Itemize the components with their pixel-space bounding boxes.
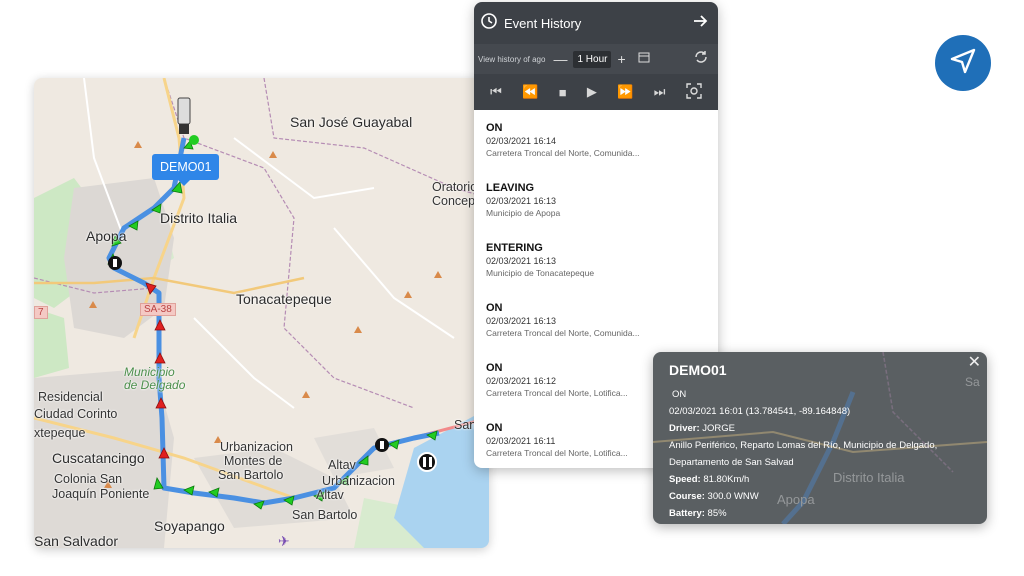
view-history-label: View history of ago: [478, 54, 546, 64]
event-address: Carretera Troncal del Norte, Comunida...: [486, 148, 640, 158]
map-label: Altav: [316, 488, 344, 502]
popup-datetime: 02/03/2021 16:01 (13.784541, -89.164848): [669, 406, 851, 417]
map-label: San José Guayabal: [290, 114, 413, 130]
svg-text:✈: ✈: [278, 533, 290, 548]
rewind-icon[interactable]: ⏪: [522, 84, 538, 100]
event-item[interactable]: LEAVING 02/03/2021 16:13 Municipio de Ap…: [474, 174, 718, 234]
route-badge: SA-38: [140, 303, 176, 316]
panel-title: Event History: [504, 15, 582, 31]
map-label: Urbanizacion: [220, 440, 293, 454]
device-marker-label[interactable]: DEMO01: [152, 154, 220, 186]
map-label: Ciudad Corinto: [34, 407, 118, 421]
navigation-button[interactable]: [935, 35, 991, 91]
map-label: xtepeque: [34, 426, 86, 440]
popup-device-name: DEMO01: [669, 362, 727, 378]
event-item[interactable]: ON 02/03/2021 16:13 Carretera Troncal de…: [474, 294, 718, 354]
map-label: Urbanizacion: [322, 474, 395, 488]
map-label: Municipio: [124, 365, 175, 379]
history-icon: [480, 12, 498, 35]
calendar-icon[interactable]: [638, 50, 650, 68]
refresh-icon[interactable]: [694, 50, 708, 69]
map-label: San Bartolo: [292, 508, 358, 522]
map-label: San Salvador: [34, 533, 119, 548]
event-type: ON: [486, 122, 503, 134]
navigation-arrow-icon: [949, 47, 977, 80]
course-label: Course:: [669, 491, 705, 502]
skip-start-icon[interactable]: ⏮: [490, 84, 502, 100]
map-label: Colonia San: [54, 472, 123, 486]
driver-value: JORGE: [702, 423, 735, 434]
event-address: Carretera Troncal del Norte, Comunida...: [486, 328, 640, 338]
play-icon[interactable]: ▶: [587, 84, 597, 100]
driver-label: Driver:: [669, 423, 700, 434]
map-label: Joaquín Poniente: [52, 487, 150, 501]
map-label: Cuscatancingo: [52, 450, 145, 466]
event-address: Municipio de Apopa: [486, 208, 561, 218]
minus-icon[interactable]: —: [553, 51, 567, 67]
arrow-right-icon[interactable]: [692, 13, 708, 34]
close-icon[interactable]: ✕: [968, 352, 981, 372]
speed-value: 81.80Km/h: [703, 474, 750, 485]
popup-address-1: Anillo Periférico, Reparto Lomas del Río…: [669, 440, 938, 451]
popup-bg-label: Sa: [965, 375, 980, 389]
map-label: Distrito Italia: [160, 210, 238, 226]
map-label: Apopa: [86, 228, 127, 244]
event-item[interactable]: ON 02/03/2021 16:14 Carretera Troncal de…: [474, 114, 718, 174]
event-time: 02/03/2021 16:13: [486, 256, 557, 266]
event-time: 02/03/2021 16:13: [486, 316, 557, 326]
map-label: de Delgado: [124, 378, 186, 392]
screenshot-icon[interactable]: [686, 82, 702, 102]
skip-end-icon[interactable]: ⏭: [654, 84, 666, 100]
map-label: Tonacatepeque: [236, 291, 332, 307]
map-label: Oratorio: [432, 180, 478, 194]
plus-icon[interactable]: +: [617, 51, 625, 67]
event-time: 02/03/2021 16:14: [486, 136, 557, 146]
course-value: 300.0 WNW: [707, 491, 759, 502]
map-label: Altav: [328, 458, 356, 472]
event-address: Municipio de Tonacatepeque: [486, 268, 595, 278]
event-type: LEAVING: [486, 182, 535, 194]
battery-label: Battery:: [669, 508, 705, 519]
stop-icon[interactable]: ■: [559, 85, 567, 100]
map-label: San Bartolo: [218, 468, 284, 482]
popup-address-2: Departamento de San Salvad: [669, 457, 794, 468]
event-type: ENTERING: [486, 242, 543, 254]
map-label: Residencial: [38, 390, 103, 404]
speed-label: Speed:: [669, 474, 701, 485]
battery-value: 85%: [707, 508, 727, 519]
device-info-popup: Distrito Italia Apopa Sa ✕ DEMO01 ON 02/…: [653, 352, 987, 524]
fast-forward-icon[interactable]: ⏩: [617, 84, 633, 100]
event-item[interactable]: ENTERING 02/03/2021 16:13 Municipio de T…: [474, 234, 718, 294]
map-label: Soyapango: [154, 518, 225, 534]
map-label: Montes de: [224, 454, 283, 468]
event-time: 02/03/2021 16:13: [486, 196, 557, 206]
popup-status: ON: [672, 389, 687, 400]
route-badge: 7: [34, 306, 48, 319]
event-type: ON: [486, 302, 503, 314]
map-view[interactable]: ✈ San José Guayabal Distrito Italia Apop…: [34, 78, 489, 548]
period-select[interactable]: 1 Hour: [573, 50, 612, 68]
